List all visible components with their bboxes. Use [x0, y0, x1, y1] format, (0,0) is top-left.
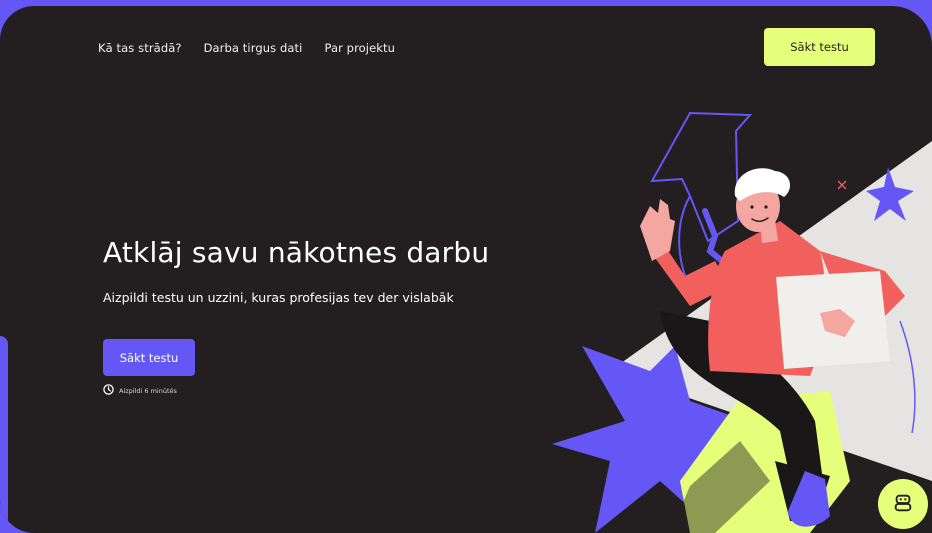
robot-icon — [892, 492, 914, 517]
duration-note: Aizpildi 6 minūtēs — [103, 384, 177, 397]
duration-text: Aizpildi 6 minūtēs — [119, 386, 177, 395]
nav-item-about-project[interactable]: Par projektu — [324, 41, 395, 55]
page-frame: Kā tas strādā? Darba tirgus dati Par pro… — [0, 6, 932, 533]
header-start-test-button[interactable]: Sākt testu — [764, 28, 875, 66]
hero-start-test-button[interactable]: Sākt testu — [103, 339, 195, 376]
nav-item-how-it-works[interactable]: Kā tas strādā? — [98, 41, 182, 55]
main-nav: Kā tas strādā? Darba tirgus dati Par pro… — [98, 41, 395, 55]
nav-item-labor-market-data[interactable]: Darba tirgus dati — [204, 41, 303, 55]
left-accent-shape — [0, 336, 8, 533]
clock-icon — [103, 384, 114, 397]
chat-assistant-button[interactable] — [878, 479, 928, 529]
hero-illustration — [552, 111, 932, 533]
hero-title: Atklāj savu nākotnes darbu — [103, 236, 490, 269]
hero-subtitle: Aizpildi testu un uzzini, kuras profesij… — [103, 290, 454, 305]
